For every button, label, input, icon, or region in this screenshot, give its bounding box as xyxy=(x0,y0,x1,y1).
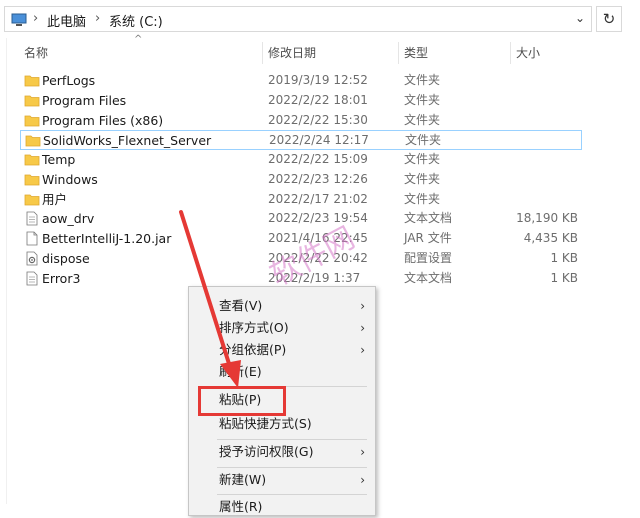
file-date: 2022/2/22 18:01 xyxy=(268,93,368,107)
computer-icon xyxy=(11,13,27,26)
file-row[interactable]: PerfLogs 2019/3/19 12:52 文件夹 xyxy=(20,71,582,91)
sort-indicator-icon: ^ xyxy=(134,34,143,45)
refresh-icon: ↻ xyxy=(602,10,616,28)
menu-item-label: 分组依据(P) xyxy=(219,342,287,357)
file-date: 2022/2/24 12:17 xyxy=(269,133,369,147)
menu-item-group-by[interactable]: 分组依据(P) › xyxy=(189,339,375,361)
file-type: 文件夹 xyxy=(404,152,441,166)
menu-item-paste-shortcut[interactable]: 粘贴快捷方式(S) xyxy=(189,413,375,435)
address-bar-row: › 此电脑 › 系统 (C:) ⌄ ↻ xyxy=(0,0,640,38)
file-name: Program Files (x86) xyxy=(42,113,164,128)
file-type: 文件夹 xyxy=(404,93,441,107)
file-name: 用户 xyxy=(42,192,68,207)
menu-item-label: 粘贴快捷方式(S) xyxy=(219,416,312,431)
file-date: 2019/3/19 12:52 xyxy=(268,73,368,87)
menu-item-properties[interactable]: 属性(R) xyxy=(189,496,375,518)
column-divider[interactable] xyxy=(262,42,263,64)
text-file-icon xyxy=(26,271,38,286)
file-row[interactable]: Program Files (x86) 2022/2/22 15:30 文件夹 xyxy=(20,111,582,131)
file-size: 4,435 KB xyxy=(523,231,578,245)
column-header-size[interactable]: 大小 xyxy=(516,42,540,64)
breadcrumb-separator: › xyxy=(33,11,39,26)
column-header-type[interactable]: 类型 xyxy=(404,42,428,64)
menu-item-label: 查看(V) xyxy=(219,298,263,313)
file-type: 配置设置 xyxy=(404,251,453,265)
menu-separator xyxy=(217,494,367,495)
folder-icon xyxy=(24,174,40,186)
file-date: 2022/2/17 21:02 xyxy=(268,192,368,206)
column-divider[interactable] xyxy=(398,42,399,64)
menu-item-refresh[interactable]: 刷新(E) xyxy=(189,361,375,383)
menu-separator xyxy=(217,439,367,440)
folder-icon xyxy=(24,75,40,87)
folder-icon xyxy=(24,194,40,206)
file-name: PerfLogs xyxy=(42,73,96,88)
file-name: SolidWorks_Flexnet_Server xyxy=(43,133,212,148)
column-header-name[interactable]: 名称 xyxy=(24,42,48,64)
breadcrumb-drive-c[interactable]: 系统 (C:) xyxy=(109,11,163,30)
menu-item-sort-by[interactable]: 排序方式(O) › xyxy=(189,317,375,339)
address-dropdown-icon[interactable]: ⌄ xyxy=(575,11,585,25)
file-name: BetterIntelliJ-1.20.jar xyxy=(42,231,172,246)
file-name: dispose xyxy=(42,251,90,266)
file-name: Error3 xyxy=(42,271,81,286)
file-row[interactable]: Program Files 2022/2/22 18:01 文件夹 xyxy=(20,91,582,111)
file-type: 文件夹 xyxy=(404,73,441,87)
file-row[interactable]: 用户 2022/2/17 21:02 文件夹 xyxy=(20,190,582,210)
refresh-button[interactable]: ↻ xyxy=(596,6,622,32)
folder-icon xyxy=(24,95,40,107)
file-size: 1 KB xyxy=(550,251,578,265)
file-name: aow_drv xyxy=(42,211,95,226)
file-name: Windows xyxy=(42,172,98,187)
submenu-arrow-icon: › xyxy=(360,321,365,335)
menu-item-label: 排序方式(O) xyxy=(219,320,289,335)
file-date: 2022/2/22 15:30 xyxy=(268,113,368,127)
file-type: 文件夹 xyxy=(404,113,441,127)
submenu-arrow-icon: › xyxy=(360,473,365,487)
jar-file-icon xyxy=(26,231,38,246)
file-row[interactable]: Temp 2022/2/22 15:09 文件夹 xyxy=(20,150,582,170)
folder-icon xyxy=(25,135,41,147)
address-bar[interactable]: › 此电脑 › 系统 (C:) ⌄ xyxy=(4,6,592,32)
submenu-arrow-icon: › xyxy=(360,445,365,459)
folder-icon xyxy=(24,154,40,166)
file-size: 18,190 KB xyxy=(516,211,578,225)
file-name: Temp xyxy=(42,152,76,167)
file-row[interactable]: aow_drv 2022/2/23 19:54 文本文档 18,190 KB xyxy=(20,209,582,229)
file-date: 2022/2/23 12:26 xyxy=(268,172,368,186)
menu-item-view[interactable]: 查看(V) › xyxy=(189,295,375,317)
file-type: 文本文档 xyxy=(404,271,453,285)
file-date: 2022/2/22 15:09 xyxy=(268,152,368,166)
breadcrumb-this-pc[interactable]: 此电脑 xyxy=(47,11,86,30)
column-header-date[interactable]: 修改日期 xyxy=(268,42,316,64)
config-file-icon xyxy=(26,251,38,266)
menu-item-label: 刷新(E) xyxy=(219,364,262,379)
file-type: 文件夹 xyxy=(404,172,441,186)
menu-item-label: 授予访问权限(G) xyxy=(219,444,314,459)
paste-highlight-box xyxy=(198,386,286,416)
menu-item-label: 属性(R) xyxy=(219,499,263,514)
submenu-arrow-icon: › xyxy=(360,299,365,313)
breadcrumb-separator: › xyxy=(95,11,101,26)
file-type: JAR 文件 xyxy=(404,231,452,245)
navigation-pane-edge xyxy=(0,38,7,504)
folder-icon xyxy=(24,115,40,127)
file-type: 文本文档 xyxy=(404,211,453,225)
menu-item-give-access[interactable]: 授予访问权限(G) › xyxy=(189,441,375,463)
menu-item-label: 新建(W) xyxy=(219,472,267,487)
column-divider[interactable] xyxy=(510,42,511,64)
text-file-icon xyxy=(26,211,38,226)
file-type: 文件夹 xyxy=(404,192,441,206)
file-row-selected[interactable]: SolidWorks_Flexnet_Server 2022/2/24 12:1… xyxy=(20,130,582,150)
menu-item-new[interactable]: 新建(W) › xyxy=(189,469,375,491)
file-row[interactable]: Windows 2022/2/23 12:26 文件夹 xyxy=(20,170,582,190)
file-type: 文件夹 xyxy=(405,133,442,147)
file-size: 1 KB xyxy=(550,271,578,285)
menu-separator xyxy=(217,467,367,468)
submenu-arrow-icon: › xyxy=(360,343,365,357)
file-name: Program Files xyxy=(42,93,127,108)
